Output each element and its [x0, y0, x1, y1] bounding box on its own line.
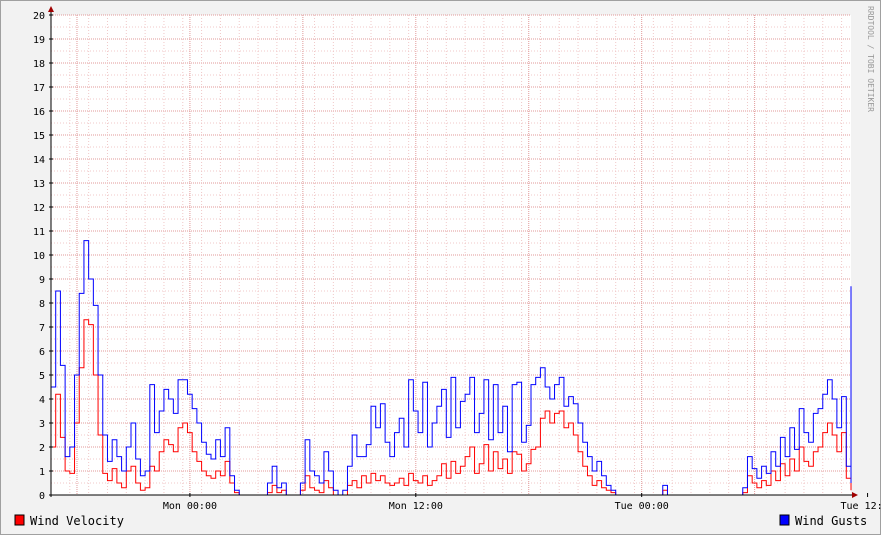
legend-wind-velocity: Wind Velocity	[14, 514, 124, 528]
vertical-label: RRDTOOL / TOBI OETIKER	[866, 6, 875, 112]
legend-label-wind-velocity: Wind Velocity	[30, 514, 124, 528]
y-tick-label: 13	[33, 179, 45, 190]
y-tick-label: 10	[33, 251, 45, 262]
y-tick-label: 12	[33, 203, 45, 214]
y-tick-label: 9	[39, 275, 45, 286]
y-tick-label: 18	[33, 59, 45, 70]
y-tick-label: 11	[33, 227, 45, 238]
y-tick-label: 5	[39, 371, 45, 382]
y-tick-label: 1	[39, 467, 45, 478]
y-tick-label: 3	[39, 419, 45, 430]
legend-label-wind-gusts: Wind Gusts	[795, 514, 867, 528]
legend-swatch-wind-velocity	[14, 514, 25, 526]
x-tick-label: Mon 00:00	[163, 501, 217, 512]
y-tick-label: 15	[33, 131, 45, 142]
y-tick-label: 17	[33, 83, 45, 94]
y-tick-label: 8	[39, 299, 45, 310]
y-tick-label: 7	[39, 323, 45, 334]
rrd-chart: 01234567891011121314151617181920 Mon 00:…	[0, 0, 881, 535]
x-tick-label: Tue 12:00	[840, 501, 881, 512]
y-tick-label: 2	[39, 443, 45, 454]
y-tick-label: 20	[33, 11, 45, 22]
y-tick-label: 0	[39, 491, 45, 502]
y-tick-label: 19	[33, 35, 45, 46]
y-tick-label: 4	[39, 395, 45, 406]
x-tick-label: Mon 12:00	[389, 501, 443, 512]
y-tick-label: 16	[33, 107, 45, 118]
y-tick-label: 14	[33, 155, 45, 166]
legend-swatch-wind-gusts	[779, 514, 790, 526]
x-tick-label: Tue 00:00	[615, 501, 669, 512]
y-tick-label: 6	[39, 347, 45, 358]
